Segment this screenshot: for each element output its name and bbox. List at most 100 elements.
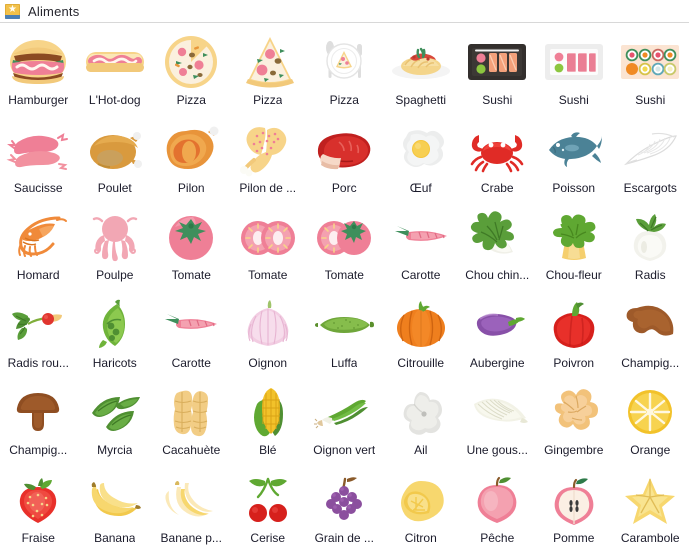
clipart-item[interactable]: Pomme xyxy=(536,467,613,554)
clipart-item[interactable]: Citron xyxy=(383,467,460,554)
clipart-item[interactable]: Crabe xyxy=(459,117,536,205)
clipart-item[interactable]: Champig... xyxy=(612,292,689,380)
octopus-icon xyxy=(80,208,150,266)
clipart-item[interactable]: Cacahuète xyxy=(153,379,230,467)
clipart-item[interactable]: Escargots xyxy=(612,117,689,205)
clipart-item[interactable]: Chou chin... xyxy=(459,204,536,292)
pork-steak-icon xyxy=(309,121,379,179)
clipart-item[interactable]: Luffa xyxy=(306,292,383,380)
clipart-item[interactable]: Une gous... xyxy=(459,379,536,467)
clipart-item-label: Carotte xyxy=(172,356,211,370)
clipart-item[interactable]: Fraise xyxy=(0,467,77,554)
clipart-item[interactable]: Orange xyxy=(612,379,689,467)
peanut-icon xyxy=(156,383,226,441)
clipart-item[interactable]: Œuf xyxy=(383,117,460,205)
pizza-whole-icon xyxy=(156,33,226,91)
clipart-item[interactable]: Homard xyxy=(0,204,77,292)
clipart-item[interactable]: Poisson xyxy=(536,117,613,205)
star-glyph: ★ xyxy=(8,5,17,15)
clipart-item[interactable]: Porc xyxy=(306,117,383,205)
clipart-item[interactable]: Tomate xyxy=(230,204,307,292)
clipart-item[interactable]: Myrcia xyxy=(77,379,154,467)
clipart-item-label: Pilon xyxy=(178,181,205,195)
clipart-item-label: Œuf xyxy=(410,181,432,195)
clipart-item[interactable]: Gingembre xyxy=(536,379,613,467)
clipart-item[interactable]: Sushi xyxy=(612,29,689,117)
clipart-item[interactable]: Saucisse xyxy=(0,117,77,205)
sausage-icon xyxy=(3,121,73,179)
clipart-item[interactable]: Carambole xyxy=(612,467,689,554)
clipart-item-label: Crabe xyxy=(481,181,514,195)
clipart-item[interactable]: Banana xyxy=(77,467,154,554)
clipart-item[interactable]: Carotte xyxy=(153,292,230,380)
garlic-clove-icon xyxy=(462,383,532,441)
scallion-icon xyxy=(309,383,379,441)
clipart-item-label: Ail xyxy=(414,443,427,457)
clipart-item[interactable]: Cerise xyxy=(230,467,307,554)
clipart-item-label: Spaghetti xyxy=(395,93,446,107)
hamburger-icon xyxy=(3,33,73,91)
clipart-item[interactable]: Pilon xyxy=(153,117,230,205)
clipart-item-label: Sushi xyxy=(635,93,665,107)
clipart-item-label: Luffa xyxy=(331,356,357,370)
clipart-item-label: Aubergine xyxy=(470,356,525,370)
clipart-item[interactable]: Tomate xyxy=(153,204,230,292)
clipart-item[interactable]: Ail xyxy=(383,379,460,467)
clipart-item-label: Pizza xyxy=(330,93,359,107)
tomato-half-and-whole-icon xyxy=(309,208,379,266)
ham-icon xyxy=(156,121,226,179)
clipart-item[interactable]: Blé xyxy=(230,379,307,467)
clipart-item[interactable]: Carotte xyxy=(383,204,460,292)
clipart-item-label: Grain de ... xyxy=(315,531,374,545)
clipart-item-label: Saucisse xyxy=(14,181,63,195)
clipart-item[interactable]: Poulpe xyxy=(77,204,154,292)
clipart-item[interactable]: Sushi xyxy=(536,29,613,117)
clipart-item[interactable]: Radis xyxy=(612,204,689,292)
clipart-item-label: Poulpe xyxy=(96,268,133,282)
clipart-item[interactable]: Citrouille xyxy=(383,292,460,380)
clipart-item[interactable]: Oignon xyxy=(230,292,307,380)
snail-shell-icon xyxy=(615,121,685,179)
clipart-item[interactable]: Haricots xyxy=(77,292,154,380)
clipart-item[interactable]: Spaghetti xyxy=(383,29,460,117)
clipart-grid: HamburgerL'Hot-dogPizzaPizzaPizzaSpaghet… xyxy=(0,23,689,554)
clipart-item-label: Sushi xyxy=(559,93,589,107)
clipart-item[interactable]: Pizza xyxy=(153,29,230,117)
clipart-item-label: Banane p... xyxy=(161,531,222,545)
clipart-item-label: Oignon xyxy=(248,356,287,370)
luffa-icon xyxy=(309,296,379,354)
clipart-item-label: Radis xyxy=(635,268,666,282)
clipart-item[interactable]: Champig... xyxy=(0,379,77,467)
clipart-item[interactable]: Pizza xyxy=(230,29,307,117)
clipart-item[interactable]: Pilon de ... xyxy=(230,117,307,205)
clipart-item[interactable]: Pizza xyxy=(306,29,383,117)
clipart-item-label: L'Hot-dog xyxy=(89,93,141,107)
clipart-item[interactable]: L'Hot-dog xyxy=(77,29,154,117)
clipart-item[interactable]: Tomate xyxy=(306,204,383,292)
clipart-item[interactable]: Hamburger xyxy=(0,29,77,117)
clipart-item-label: Escargots xyxy=(624,181,677,195)
clipart-item-label: Chou chin... xyxy=(465,268,529,282)
clipart-item[interactable]: Poulet xyxy=(77,117,154,205)
clipart-item[interactable]: Banane p... xyxy=(153,467,230,554)
clipart-item[interactable]: Poivron xyxy=(536,292,613,380)
clipart-item[interactable]: Sushi xyxy=(459,29,536,117)
clipart-item[interactable]: Pêche xyxy=(459,467,536,554)
onion-icon xyxy=(233,296,303,354)
clipart-library-panel: ★ Aliments HamburgerL'Hot-dogPizzaPizzaP… xyxy=(0,0,689,552)
clipart-item[interactable]: Aubergine xyxy=(459,292,536,380)
clipart-item-label: Une gous... xyxy=(467,443,528,457)
clipart-item[interactable]: Chou-fleur xyxy=(536,204,613,292)
clipart-item[interactable]: Grain de ... xyxy=(306,467,383,554)
clipart-item-label: Champig... xyxy=(621,356,679,370)
library-titlebar: ★ Aliments xyxy=(0,0,689,23)
fish-icon xyxy=(539,121,609,179)
clipart-item-label: Champig... xyxy=(9,443,67,457)
library-star-icon: ★ xyxy=(5,4,20,19)
icon-base-bar xyxy=(5,15,20,19)
roast-chicken-icon xyxy=(80,121,150,179)
carrot-pink-icon xyxy=(156,296,226,354)
clipart-item[interactable]: Oignon vert xyxy=(306,379,383,467)
clipart-item[interactable]: Radis rou... xyxy=(0,292,77,380)
sushi-dark-tray-icon xyxy=(462,33,532,91)
